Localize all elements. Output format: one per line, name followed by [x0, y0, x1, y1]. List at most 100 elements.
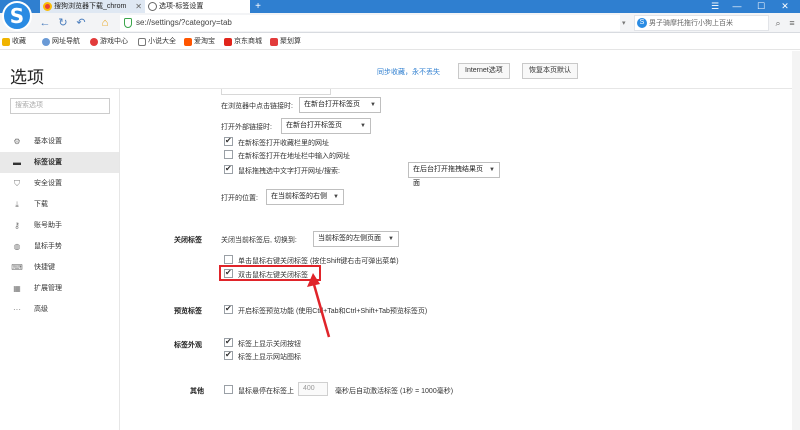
drag-open-checkbox[interactable] — [224, 164, 233, 174]
menu-button[interactable]: ☰ — [704, 0, 726, 13]
taobao-icon — [184, 38, 192, 46]
bookmarks-bar: 收藏 网址导航 游戏中心 小说大全 爱淘宝 京东商城 聚划算 — [0, 34, 800, 50]
search-icon[interactable]: ⌕ — [772, 17, 784, 29]
show-close-button-checkbox[interactable] — [224, 337, 233, 347]
bookmarks-newtab-label: 在新标签打开收藏栏里的网址 — [238, 140, 329, 147]
undo-close-icon[interactable]: ↶ — [74, 16, 88, 30]
external-link-select[interactable]: 在新台打开标签页 ▼ — [281, 118, 371, 134]
sidebar-item-tabs[interactable]: ▬ 标签设置 — [0, 152, 119, 173]
globe-icon — [42, 38, 50, 46]
bookmark-favorites[interactable]: 收藏 — [2, 36, 26, 48]
hover-delay-suffix: 毫秒后自动激活标签 (1秒 = 1000毫秒) — [335, 388, 454, 395]
sidebar-item-mouse-gesture[interactable]: ◍ 鼠标手势 — [0, 236, 119, 257]
key-icon: ⚷ — [14, 221, 20, 230]
new-tab-button[interactable]: + — [252, 0, 264, 13]
hover-switch-checkbox[interactable] — [224, 385, 233, 394]
right-click-close-checkbox[interactable] — [224, 255, 233, 264]
address-newtab-label: 在新标签打开在地址栏中输入的网址 — [238, 153, 350, 160]
search-placeholder: 男子骑摩托拖行小狗上百米 — [649, 20, 733, 27]
chevron-down-icon: ▼ — [360, 123, 366, 129]
menu-lines-icon[interactable]: ≡ — [786, 17, 798, 29]
tab-options[interactable]: 选项-标签设置 — [145, 0, 250, 13]
sidebar-item-account[interactable]: ⚷ 账号助手 — [0, 215, 119, 236]
sogou-logo: S — [2, 1, 32, 31]
restore-defaults-button[interactable]: 恢复本页默认 — [522, 63, 578, 79]
tab-label: 选项-标签设置 — [159, 3, 204, 10]
tab-label: 搜狗浏览器下载_chrom — [54, 3, 127, 10]
juhuasuan-icon — [270, 38, 278, 46]
home-icon[interactable]: ⌂ — [98, 16, 112, 30]
bookmark-juhuasuan[interactable]: 聚划算 — [270, 36, 301, 48]
download-icon: ⤓ — [15, 200, 19, 209]
close-tab-section-title: 关闭标签 — [174, 237, 202, 244]
close-window-button[interactable]: ✕ — [774, 0, 796, 13]
minimize-button[interactable]: — — [726, 0, 748, 13]
scrollbar[interactable] — [792, 51, 800, 430]
preview-section-title: 预览标签 — [174, 308, 202, 315]
search-input[interactable]: S 男子骑摩托拖行小狗上百米 — [634, 15, 769, 31]
chrome-favicon-icon — [43, 2, 52, 11]
maximize-button[interactable]: ☐ — [750, 0, 772, 13]
secure-shield-icon — [124, 18, 132, 28]
sync-link[interactable]: 同步收藏，永不丢失 — [377, 67, 440, 77]
middle-click-select[interactable]: 在新台打开标签页 ▼ — [299, 97, 381, 113]
tab-icon: ▬ — [13, 158, 21, 167]
sidebar-item-basic[interactable]: ⚙ 基本设置 — [0, 131, 119, 152]
game-icon — [90, 38, 98, 46]
after-close-label: 关闭当前标签后, 切换到: — [221, 237, 297, 244]
back-arrow-icon[interactable]: ← — [38, 16, 52, 30]
bookmark-nav[interactable]: 网址导航 — [42, 36, 80, 48]
bookmarks-newtab-checkbox[interactable] — [224, 136, 233, 146]
bookmark-games[interactable]: 游戏中心 — [90, 36, 128, 48]
address-dropdown-icon[interactable]: ▾ — [622, 19, 626, 27]
hover-delay-input[interactable]: 400 — [298, 382, 328, 396]
sidebar-item-shortcuts[interactable]: ⌨ 快捷键 — [0, 257, 119, 278]
title-bar: 搜狗浏览器下载_chrom ✕ 选项-标签设置 + ☰ — ☐ ✕ — [0, 0, 800, 13]
sidebar-item-advanced[interactable]: ··· 高级 — [0, 299, 119, 320]
annotation-arrow-icon — [307, 273, 331, 338]
gear-icon: ⚙ — [13, 137, 21, 146]
show-favicon-label: 标签上显示网站图标 — [238, 354, 301, 361]
star-icon — [2, 38, 10, 46]
sidebar-item-download[interactable]: ⤓ 下载 — [0, 194, 119, 215]
external-link-label: 打开外部链接时: — [221, 124, 272, 131]
sidebar-item-extensions[interactable]: ▦ 扩展管理 — [0, 278, 119, 299]
shield-icon: ⛉ — [14, 179, 20, 188]
sidebar-item-security[interactable]: ⛉ 安全设置 — [0, 173, 119, 194]
gear-icon — [148, 2, 157, 11]
address-bar[interactable]: se://settings/?category=tab — [120, 15, 620, 31]
open-position-select[interactable]: 在当前标签的右侧 ▼ — [266, 189, 344, 205]
chevron-down-icon: ▼ — [388, 236, 394, 242]
after-close-select[interactable]: 当前标签的左侧页面 ▼ — [313, 231, 399, 247]
drag-open-select[interactable]: 在后台打开拖拽结果页面 ▼ — [408, 162, 500, 187]
chevron-down-icon: ▼ — [333, 194, 339, 200]
open-position-label: 打开的位置: — [221, 195, 258, 202]
preview-checkbox[interactable] — [224, 304, 233, 314]
jd-icon — [224, 38, 232, 46]
chevron-down-icon: ▼ — [489, 167, 495, 173]
internet-options-button[interactable]: Internet选项 — [458, 63, 510, 79]
sogou-search-icon: S — [637, 18, 647, 28]
refresh-icon[interactable]: ↻ — [56, 16, 70, 30]
sidebar-search-input[interactable]: 搜索选项 — [10, 98, 110, 114]
page-title: 选项 — [10, 68, 44, 87]
drag-open-label: 鼠标拖拽选中文字打开网址/搜索: — [238, 168, 340, 175]
show-favicon-checkbox[interactable] — [224, 350, 233, 360]
address-text: se://settings/?category=tab — [136, 18, 232, 27]
appearance-section-title: 标签外观 — [174, 342, 202, 349]
keyboard-icon: ⌨ — [11, 263, 23, 272]
bookmark-jd[interactable]: 京东商城 — [224, 36, 262, 48]
bookmark-novels[interactable]: 小说大全 — [138, 36, 176, 48]
address-newtab-checkbox[interactable] — [224, 150, 233, 159]
cut-off-dropdown — [221, 89, 331, 95]
middle-click-label: 在浏览器中点击链接时: — [221, 103, 293, 110]
other-section-title: 其他 — [190, 388, 204, 395]
tab-sogou-download[interactable]: 搜狗浏览器下载_chrom ✕ — [40, 0, 145, 13]
chevron-down-icon: ▼ — [370, 102, 376, 108]
mouse-icon: ◍ — [13, 242, 21, 251]
close-tab-icon[interactable]: ✕ — [135, 0, 142, 13]
bookmark-taobao[interactable]: 爱淘宝 — [184, 36, 215, 48]
sidebar: 搜索选项 ⚙ 基本设置 ▬ 标签设置 ⛉ 安全设置 ⤓ 下载 ⚷ 账号助手 ◍ 鼠标手势 ⌨… — [0, 89, 120, 430]
book-icon — [138, 38, 146, 46]
hover-switch-label: 鼠标悬停在标签上 — [238, 388, 294, 395]
